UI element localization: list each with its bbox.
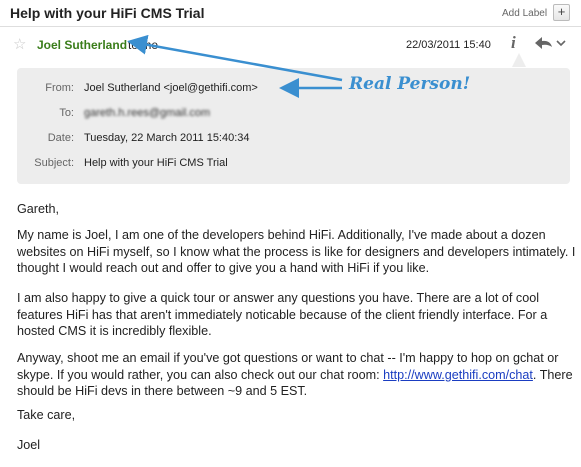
details-pointer <box>512 53 526 67</box>
to-label: To: <box>59 107 74 119</box>
email-subject-title: Help with your HiFi CMS Trial <box>10 5 205 21</box>
sender-name[interactable]: Joel Sutherland <box>37 38 127 52</box>
add-label-link[interactable]: Add Label <box>502 8 547 19</box>
date-value: Tuesday, 22 March 2011 15:40:34 <box>84 132 250 144</box>
divider <box>0 26 581 27</box>
subject-value: Help with your HiFi CMS Trial <box>84 157 228 169</box>
body-signature: Joel <box>17 438 41 452</box>
recipient-summary: to me <box>128 38 159 52</box>
dropdown-chevron-icon <box>556 40 566 47</box>
plus-icon: + <box>557 4 566 19</box>
body-closing: Take care, <box>17 408 76 422</box>
body-paragraph-3: Anyway, shoot me an email if you've got … <box>17 350 577 400</box>
chat-room-link[interactable]: http://www.gethifi.com/chat <box>383 368 533 382</box>
message-date: 22/03/2011 15:40 <box>406 39 491 51</box>
add-label-plus-button[interactable]: + <box>553 4 570 21</box>
subject-label: Subject: <box>34 157 74 169</box>
body-paragraph-1: My name is Joel, I am one of the develop… <box>17 228 576 275</box>
date-label: Date: <box>47 132 74 144</box>
from-label: From: <box>45 82 74 94</box>
subject-bar: Help with your HiFi CMS Trial Add Label … <box>0 0 581 26</box>
to-value: gareth.h.rees@gmail.com <box>84 107 211 119</box>
from-value[interactable]: Joel Sutherland <joel@gethifi.com> <box>84 82 258 94</box>
body-paragraph-2: I am also happy to give a quick tour or … <box>17 291 548 338</box>
info-icon[interactable]: i <box>511 33 516 53</box>
reply-arrow-icon[interactable] <box>532 33 566 53</box>
real-person-callout: Real Person! <box>349 74 471 94</box>
body-greeting: Gareth, <box>17 202 59 216</box>
star-icon[interactable]: ☆ <box>13 35 26 53</box>
